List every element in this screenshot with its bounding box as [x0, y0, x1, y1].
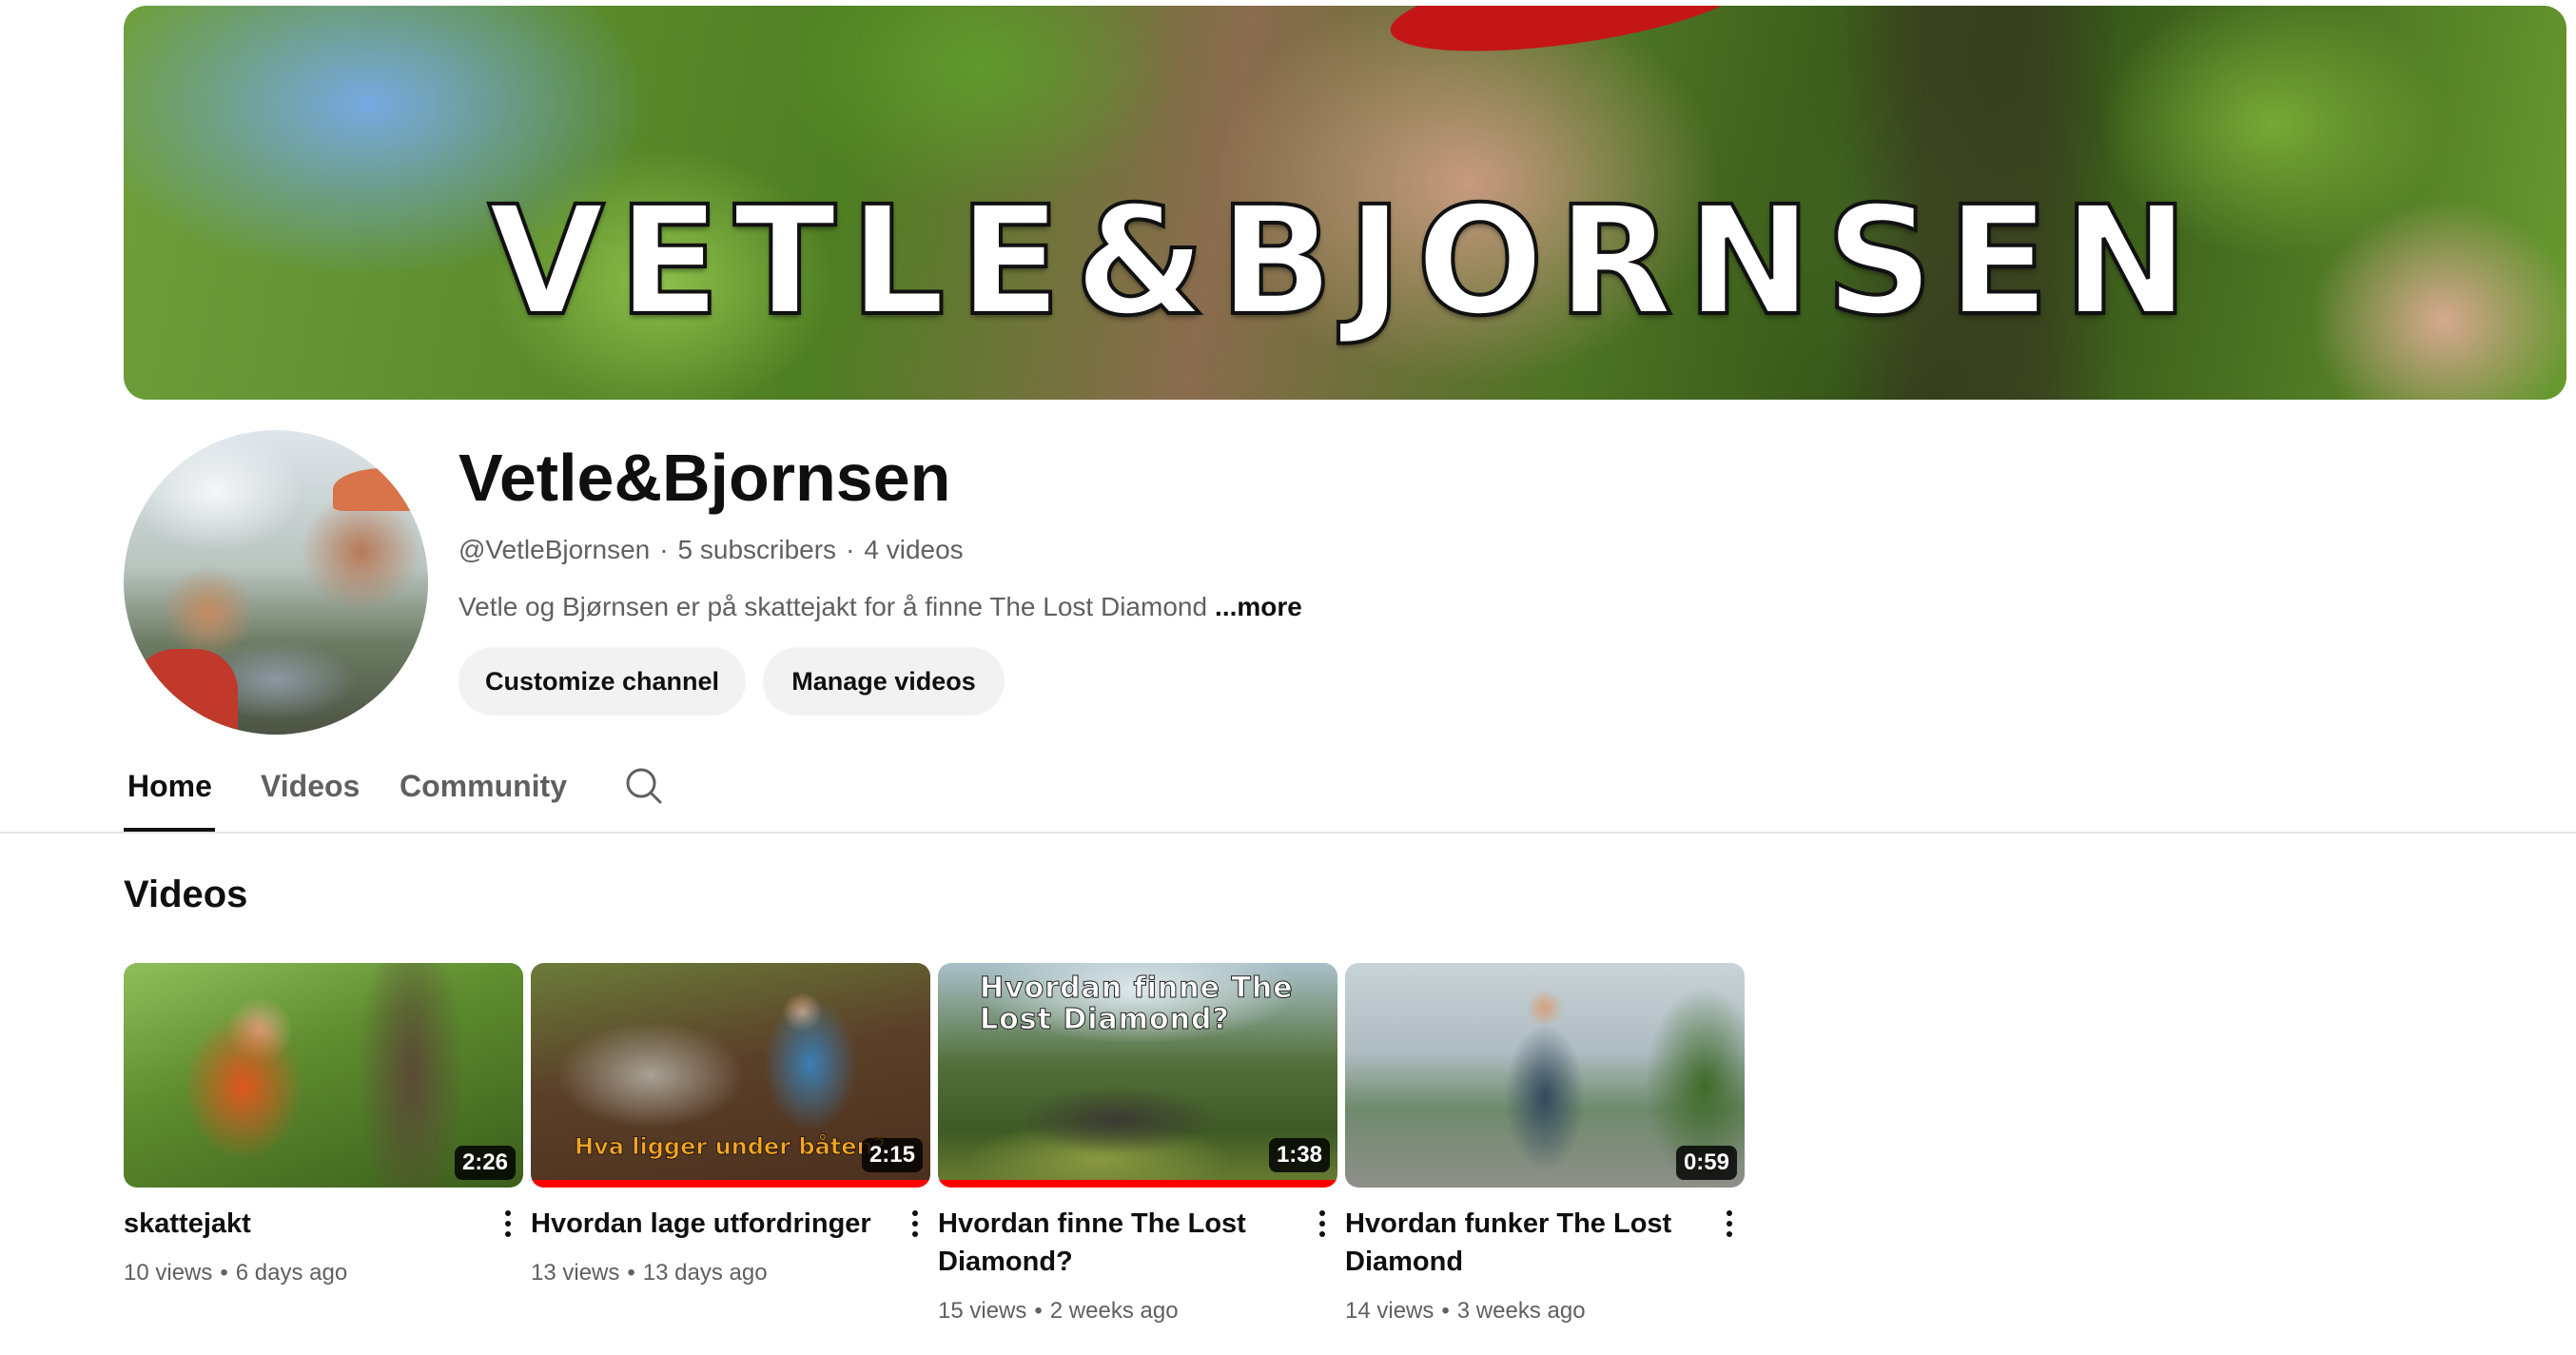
more-options-icon[interactable]	[1311, 1205, 1334, 1243]
channel-handle: @VetleBjornsen	[459, 535, 651, 564]
video-card[interactable]: 2:26 skattejakt 10 views • 6 days ago	[124, 963, 523, 1286]
video-thumbnail[interactable]: 2:26	[124, 963, 523, 1188]
video-views: 14 views	[1345, 1298, 1434, 1324]
channel-banner: VETLE&BJORNSEN	[124, 6, 2566, 400]
meta-separator: •	[1034, 1298, 1043, 1324]
search-icon[interactable]	[622, 765, 664, 807]
video-views: 13 views	[531, 1260, 620, 1286]
video-views: 15 views	[938, 1298, 1027, 1324]
watch-progress-bar	[938, 1180, 1337, 1188]
channel-description[interactable]: Vetle og Bjørnsen er på skattejakt for å…	[459, 592, 1302, 622]
manage-videos-button[interactable]: Manage videos	[763, 647, 1005, 716]
video-duration: 1:38	[1268, 1138, 1330, 1172]
tabs-divider	[0, 832, 2576, 834]
video-meta: 14 views • 3 weeks ago	[1345, 1298, 1586, 1325]
thumbnail-overlay-text: Hvordan finne The Lost Diamond?	[980, 972, 1294, 1036]
video-age: 2 weeks ago	[1049, 1298, 1179, 1324]
channel-meta: @VetleBjornsen · 5 subscribers · 4 videos	[459, 535, 964, 565]
video-duration: 2:15	[861, 1138, 923, 1172]
channel-description-text: Vetle og Bjørnsen er på skattejakt for å…	[459, 592, 1208, 621]
meta-separator: •	[627, 1260, 635, 1286]
avatar-person-shirt	[133, 649, 238, 735]
video-card[interactable]: Hva ligger under båten? 2:15 Hvordan lag…	[531, 963, 930, 1286]
meta-separator: •	[1441, 1298, 1450, 1324]
meta-separator: ·	[846, 535, 855, 564]
video-meta: 15 views • 2 weeks ago	[938, 1298, 1179, 1325]
video-meta: 10 views • 6 days ago	[124, 1260, 347, 1286]
section-title: Videos	[124, 874, 248, 915]
video-views: 10 views	[124, 1260, 213, 1286]
more-options-icon[interactable]	[1718, 1205, 1741, 1243]
watch-progress-bar	[531, 1180, 930, 1188]
channel-name: Vetle&Bjornsen	[459, 441, 951, 515]
meta-separator: ·	[659, 535, 669, 564]
video-meta: 13 views • 13 days ago	[531, 1260, 768, 1286]
video-duration: 0:59	[1675, 1146, 1737, 1180]
video-title[interactable]: Hvordan funker The Lost Diamond	[1345, 1205, 1688, 1281]
meta-separator: •	[220, 1260, 228, 1286]
video-thumbnail[interactable]: Hva ligger under båten? 2:15	[531, 963, 930, 1188]
description-more-link[interactable]: ...more	[1215, 592, 1302, 621]
banner-red-object	[1385, 6, 1754, 69]
video-duration: 2:26	[454, 1146, 516, 1180]
tab-videos[interactable]: Videos	[261, 769, 360, 804]
tab-home[interactable]: Home	[127, 769, 212, 804]
video-age: 13 days ago	[642, 1260, 768, 1286]
video-age: 6 days ago	[235, 1260, 348, 1286]
banner-title: VETLE&BJORNSEN	[486, 174, 2202, 349]
video-age: 3 weeks ago	[1456, 1298, 1586, 1324]
video-title[interactable]: skattejakt	[124, 1205, 466, 1243]
video-title[interactable]: Hvordan lage utfordringer	[531, 1205, 873, 1243]
video-thumbnail[interactable]: Hvordan finne The Lost Diamond? 1:38	[938, 963, 1337, 1188]
subscriber-count: 5 subscribers	[677, 535, 837, 564]
more-options-icon[interactable]	[497, 1205, 519, 1243]
channel-avatar[interactable]	[124, 430, 428, 735]
video-card[interactable]: Hvordan finne The Lost Diamond? 1:38 Hvo…	[938, 963, 1337, 1324]
customize-channel-button[interactable]: Customize channel	[459, 647, 746, 716]
thumbnail-overlay-text: Hva ligger under båten?	[575, 1132, 888, 1160]
video-count: 4 videos	[864, 535, 964, 564]
video-title[interactable]: Hvordan finne The Lost Diamond?	[938, 1205, 1280, 1281]
more-options-icon[interactable]	[904, 1205, 927, 1243]
tab-community[interactable]: Community	[400, 769, 567, 804]
video-card[interactable]: 0:59 Hvordan funker The Lost Diamond 14 …	[1345, 963, 1745, 1324]
video-thumbnail[interactable]: 0:59	[1345, 963, 1745, 1188]
avatar-person-cap	[333, 468, 428, 511]
